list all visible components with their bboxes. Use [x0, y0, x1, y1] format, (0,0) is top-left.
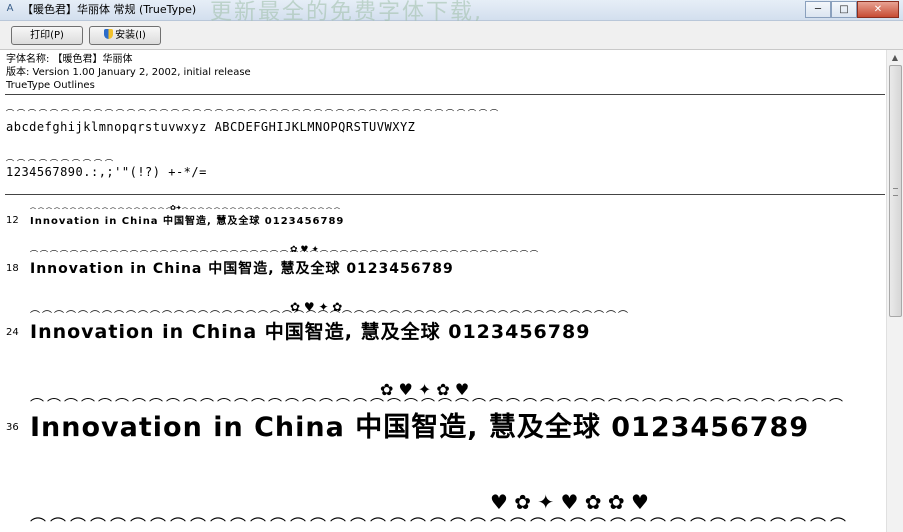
star-decoration: ✿ ♥ ✦ [290, 245, 319, 255]
print-button-label: 打印(P) [30, 30, 64, 41]
font-version-line: 版本: Version 1.00 January 2, 2002, initia… [6, 67, 251, 78]
size-label: 36 [6, 422, 19, 433]
scrollbar-grip-icon [893, 188, 898, 196]
size-label: 18 [6, 263, 19, 274]
sample-text-12: Innovation in China 中国智造, 慧及全球 012345678… [30, 216, 345, 227]
font-viewer-icon: A [6, 3, 14, 14]
title-bar: A 【暖色君】华丽体 常规 (TrueType) 更新最全的免费字体下载, ─ … [0, 0, 903, 25]
toolbar: 打印(P) 安装(I) [0, 21, 903, 50]
sample-text-24: Innovation in China 中国智造, 慧及全球 012345678… [30, 321, 591, 343]
size-label: 12 [6, 215, 19, 226]
star-decoration: ✿ ♥ ✦ ✿ ♥ [380, 380, 470, 399]
print-button[interactable]: 打印(P) [11, 26, 83, 45]
star-decoration: ✿ ♥ ✦ ✿ [290, 300, 343, 314]
shield-icon [104, 29, 114, 39]
sample-text-36: Innovation in China 中国智造, 慧及全球 012345678… [30, 412, 810, 443]
vertical-scrollbar[interactable]: ▲ [886, 50, 903, 532]
close-button[interactable]: ✕ [857, 1, 899, 18]
star-decoration: ♥ ✿ ✦ ♥ ✿ ✿ ♥ [490, 490, 649, 514]
glyph-decoration: ⌒⌒⌒⌒⌒⌒⌒⌒⌒⌒⌒⌒⌒⌒⌒⌒⌒⌒⌒⌒⌒⌒⌒⌒⌒⌒⌒⌒⌒⌒⌒⌒⌒⌒⌒⌒⌒⌒⌒⌒… [30, 516, 851, 532]
window-title: 【暖色君】华丽体 常规 (TrueType) [22, 3, 197, 16]
divider [5, 94, 885, 95]
charset-digits: 1234567890.:,;'"(!?) +-*/= [6, 165, 207, 179]
font-preview-area: 字体名称: 【暖色君】华丽体 版本: Version 1.00 January … [0, 50, 886, 532]
glyph-decoration: ⌒⌒⌒⌒⌒⌒⌒⌒⌒⌒⌒⌒⌒⌒⌒⌒⌒⌒⌒⌒⌒⌒⌒⌒⌒⌒⌒⌒⌒⌒⌒⌒⌒⌒⌒⌒⌒⌒⌒⌒… [6, 109, 501, 118]
font-name-line: 字体名称: 【暖色君】华丽体 [6, 54, 133, 65]
window-controls: ─ □ ✕ [805, 1, 899, 18]
maximize-button[interactable]: □ [831, 1, 857, 18]
font-outline-line: TrueType Outlines [6, 80, 95, 91]
scrollbar-thumb[interactable] [889, 65, 902, 317]
font-info: 字体名称: 【暖色君】华丽体 版本: Version 1.00 January … [6, 53, 251, 92]
install-button[interactable]: 安装(I) [89, 26, 161, 45]
charset-letters: abcdefghijklmnopqrstuvwxyz ABCDEFGHIJKLM… [6, 120, 416, 134]
scroll-up-arrow-icon[interactable]: ▲ [887, 50, 903, 66]
install-button-label: 安装(I) [115, 30, 146, 41]
sample-text-18: Innovation in China 中国智造, 慧及全球 012345678… [30, 261, 454, 277]
minimize-button[interactable]: ─ [805, 1, 831, 18]
size-label: 24 [6, 327, 19, 338]
star-decoration: ✿✦ [170, 204, 182, 212]
divider [5, 194, 885, 195]
